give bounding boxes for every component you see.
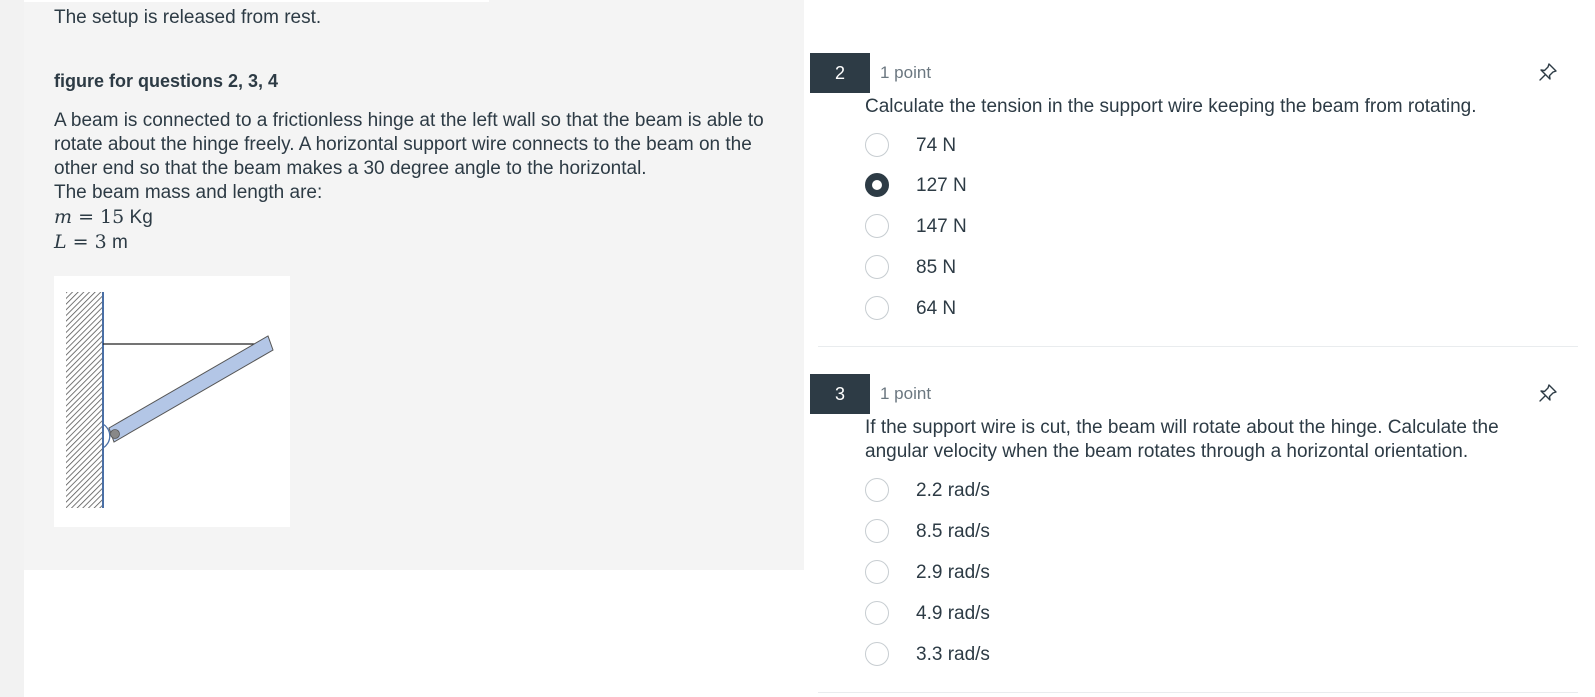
problem-paragraph: A beam is connected to a frictionless hi… <box>54 110 764 179</box>
radio-button[interactable] <box>865 214 889 238</box>
radio-button[interactable] <box>865 296 889 320</box>
radio-button[interactable] <box>865 478 889 502</box>
answer-label: 3.3 rad/s <box>916 644 990 665</box>
question-text: If the support wire is cut, the beam wil… <box>865 417 1499 462</box>
answer-label: 127 N <box>916 175 967 196</box>
stimulus-intro-text: The setup is released from rest. <box>54 7 322 28</box>
answer-label: 64 N <box>916 298 957 319</box>
stimulus-body: A beam is connected to a frictionless hi… <box>54 109 769 255</box>
figure-title: figure for questions 2, 3, 4 <box>54 71 279 91</box>
answer-option-selected[interactable]: 127 N <box>865 169 1265 210</box>
question-number-badge: 2 <box>810 53 870 93</box>
length-equation: L = 3 m <box>54 231 128 253</box>
hinge-pin <box>110 429 120 439</box>
pushpin-icon[interactable] <box>1537 61 1559 83</box>
answer-option[interactable]: 147 N <box>865 210 1265 251</box>
left-gutter <box>0 0 24 697</box>
radio-button[interactable] <box>865 519 889 543</box>
wall-hatching <box>66 292 103 508</box>
mass-length-intro: The beam mass and length are: <box>54 182 323 203</box>
answer-option[interactable]: 2.9 rad/s <box>865 556 1265 597</box>
question-points: 1 point <box>880 384 932 403</box>
mass-equation: m = 15 Kg <box>54 206 153 228</box>
answer-option[interactable]: 74 N <box>865 129 1265 170</box>
answer-option[interactable]: 2.2 rad/s <box>865 474 1265 515</box>
radio-button[interactable] <box>865 560 889 584</box>
radio-button[interactable] <box>865 133 889 157</box>
beam-figure <box>54 276 290 527</box>
answer-label: 74 N <box>916 135 957 156</box>
answer-option[interactable]: 4.9 rad/s <box>865 597 1265 638</box>
beam <box>108 335 274 443</box>
question-divider <box>818 346 1578 347</box>
stimulus-top-divider <box>24 0 489 2</box>
radio-button[interactable] <box>865 255 889 279</box>
answer-label: 4.9 rad/s <box>916 603 990 624</box>
question-number-badge: 3 <box>810 374 870 414</box>
pushpin-icon[interactable] <box>1537 382 1559 404</box>
beam-diagram <box>66 292 274 508</box>
answer-option[interactable]: 8.5 rad/s <box>865 515 1265 556</box>
answer-label: 8.5 rad/s <box>916 521 990 542</box>
question-stimulus-panel: The setup is released from rest. figure … <box>24 0 804 570</box>
question-text: Calculate the tension in the support wir… <box>865 96 1477 117</box>
answer-option[interactable]: 64 N <box>865 292 1265 333</box>
question-points: 1 point <box>880 63 932 82</box>
answer-label: 147 N <box>916 216 967 237</box>
answer-label: 85 N <box>916 257 957 278</box>
question-divider <box>818 692 1578 693</box>
radio-button-selected[interactable] <box>865 173 889 197</box>
answer-option[interactable]: 3.3 rad/s <box>865 638 1265 679</box>
radio-button[interactable] <box>865 601 889 625</box>
radio-button[interactable] <box>865 642 889 666</box>
answer-label: 2.9 rad/s <box>916 562 990 583</box>
answer-option[interactable]: 85 N <box>865 251 1265 292</box>
answer-label: 2.2 rad/s <box>916 480 990 501</box>
